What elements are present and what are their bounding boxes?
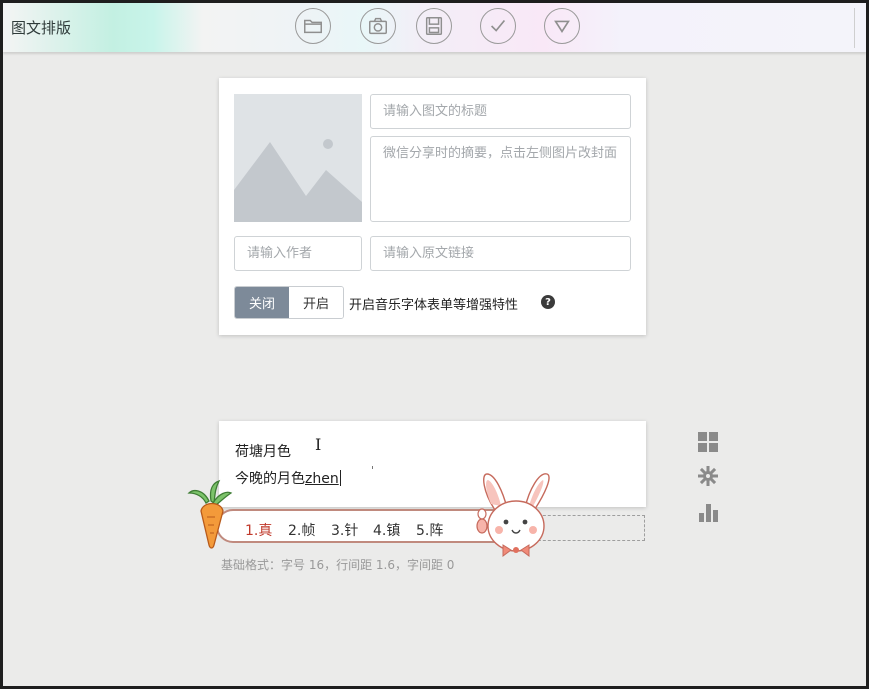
ime-candidate-4[interactable]: 4.镇 [373, 520, 400, 540]
ime-candidate-2[interactable]: 2.帧 [288, 520, 315, 540]
toggle-off-button[interactable]: 关闭 [235, 287, 289, 318]
ime-candidate-5[interactable]: 5.阵 [416, 520, 443, 540]
open-folder-button[interactable] [295, 8, 331, 44]
base-format-info: 基础格式：字号 16，行间距 1.6，字间距 0 [221, 558, 455, 572]
bunny-decoration-icon [476, 473, 550, 557]
stray-mark [372, 466, 373, 469]
help-icon[interactable]: ? [541, 295, 555, 309]
confirm-button[interactable] [480, 8, 516, 44]
committed-text: 今晚的月色 [235, 471, 305, 487]
editor-line-2: 今晚的月色zhen [235, 468, 341, 488]
source-link-input[interactable]: 请输入原文链接 [370, 236, 631, 271]
grid-icon [698, 432, 718, 452]
save-icon [425, 17, 443, 35]
top-toolbar: 图文排版 [3, 3, 866, 52]
app-title: 图文排版 [11, 19, 72, 37]
editor-line-1: 荷塘月色 [235, 444, 291, 460]
folder-icon [304, 19, 322, 34]
cover-image-picker[interactable] [234, 94, 362, 222]
article-meta-card: 请输入图文的标题 微信分享时的摘要，点击左侧图片改封面 请输入作者 请输入原文链… [219, 78, 646, 335]
enhance-features-toggle: 关闭 开启 [234, 286, 344, 319]
gear-icon [698, 466, 718, 486]
app-window: 图文排版 请输入图文的标题 微信分享时的摘要，点击左侧图片改封面 请输入作者 请… [0, 0, 869, 689]
template-grid-button[interactable] [697, 431, 719, 453]
title-input[interactable]: 请输入图文的标题 [370, 94, 631, 129]
ibeam-cursor-icon: I [315, 435, 322, 454]
summary-textarea[interactable]: 微信分享时的摘要，点击左侧图片改封面 [370, 136, 631, 222]
carrot-decoration-icon [187, 479, 233, 549]
image-placeholder-icon [234, 94, 362, 222]
ime-composition-text: zhen [305, 471, 339, 487]
toggle-on-button[interactable]: 开启 [289, 287, 343, 318]
content-editor[interactable]: 荷塘月色 今晚的月色zhen [219, 421, 646, 507]
camera-button[interactable] [360, 8, 396, 44]
toolbar-edge [854, 8, 864, 48]
save-button[interactable] [416, 8, 452, 44]
author-input[interactable]: 请输入作者 [234, 236, 362, 271]
bar-chart-icon [699, 504, 718, 522]
text-caret [339, 470, 341, 486]
more-menu-button[interactable] [544, 8, 580, 44]
ime-candidate-3[interactable]: 3.针 [331, 520, 358, 540]
settings-button[interactable] [697, 465, 719, 487]
camera-icon [369, 17, 387, 35]
dropdown-triangle-icon [554, 20, 570, 34]
ime-candidate-1[interactable]: 1.真 [245, 520, 272, 540]
statistics-button[interactable] [697, 501, 719, 523]
check-icon [490, 19, 506, 32]
enhance-features-label: 开启音乐字体表单等增强特性 [349, 298, 519, 313]
